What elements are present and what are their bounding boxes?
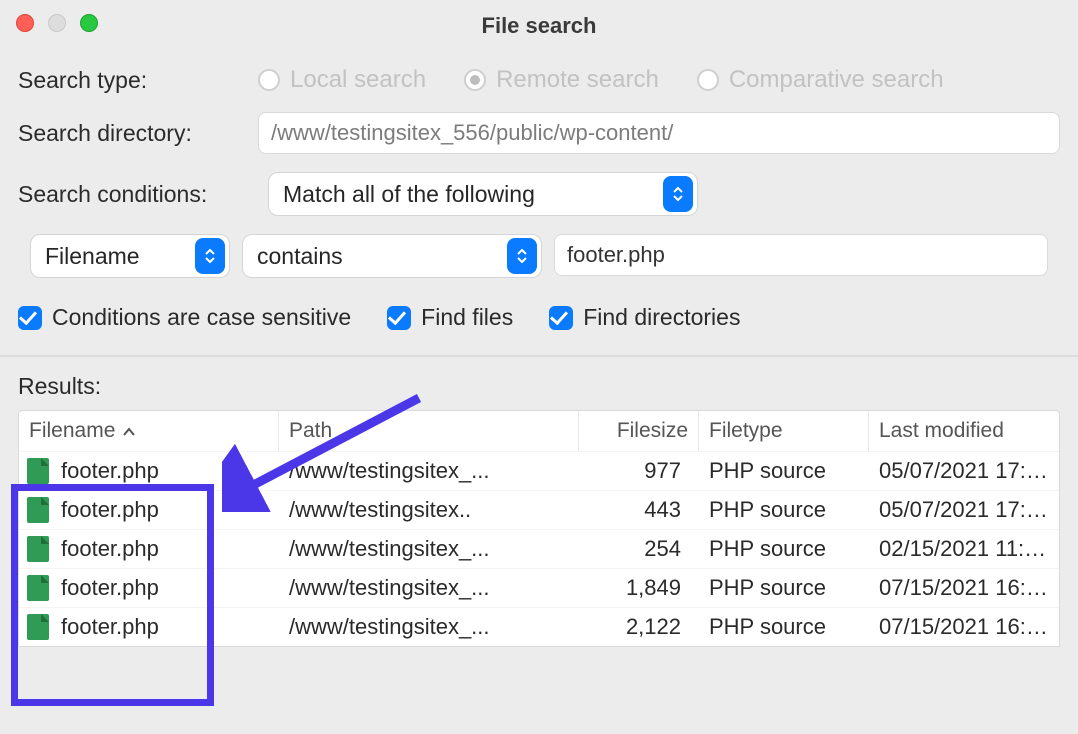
- col-filetype-label: Filetype: [709, 419, 783, 443]
- cell-path: /www/testingsitex_...: [279, 575, 579, 601]
- case-sensitive-checkbox[interactable]: [18, 306, 42, 330]
- cell-filetype: PHP source: [699, 536, 869, 562]
- minimize-icon[interactable]: [48, 14, 66, 32]
- radio-local[interactable]: Local search: [258, 66, 426, 94]
- zoom-icon[interactable]: [80, 14, 98, 32]
- radio-comparative-input[interactable]: [697, 69, 719, 91]
- col-filename-label: Filename: [29, 419, 115, 443]
- titlebar: File search: [0, 0, 1078, 52]
- sort-asc-icon: [122, 419, 136, 443]
- window-controls: [16, 14, 98, 32]
- col-filesize[interactable]: Filesize: [579, 411, 699, 451]
- php-file-icon: [27, 536, 49, 562]
- table-row[interactable]: footer.php/www/testingsitex..443PHP sour…: [19, 490, 1059, 529]
- field-select[interactable]: Filename: [30, 234, 230, 278]
- search-type-label: Search type:: [18, 67, 238, 94]
- cell-filetype: PHP source: [699, 497, 869, 523]
- table-row[interactable]: footer.php/www/testingsitex_...2,122PHP …: [19, 607, 1059, 646]
- match-mode-value: Match all of the following: [283, 181, 535, 208]
- cell-filename: footer.php: [19, 497, 279, 523]
- col-filetype[interactable]: Filetype: [699, 411, 869, 451]
- chevron-updown-icon: [195, 238, 225, 274]
- cell-filesize: 2,122: [579, 614, 699, 640]
- radio-remote-label: Remote search: [496, 66, 659, 94]
- cell-path: /www/testingsitex_...: [279, 614, 579, 640]
- table-row[interactable]: footer.php/www/testingsitex_...1,849PHP …: [19, 568, 1059, 607]
- cell-filename: footer.php: [19, 458, 279, 484]
- search-form: Search type: Local search Remote search …: [0, 52, 1078, 278]
- query-input[interactable]: [554, 234, 1048, 276]
- cell-modified: 05/07/2021 17:3...: [869, 458, 1059, 484]
- cell-filename: footer.php: [19, 614, 279, 640]
- find-files-label: Find files: [421, 304, 513, 331]
- case-sensitive-check[interactable]: Conditions are case sensitive: [18, 304, 351, 331]
- table-header: Filename Path Filesize Filetype Last mod…: [19, 411, 1059, 451]
- find-dirs-check[interactable]: Find directories: [549, 304, 740, 331]
- chevron-updown-icon: [663, 176, 693, 212]
- search-cond-label: Search conditions:: [18, 181, 248, 208]
- cell-modified: 07/15/2021 16:4...: [869, 575, 1059, 601]
- operator-select-value: contains: [257, 243, 343, 270]
- col-filename[interactable]: Filename: [19, 411, 279, 451]
- cell-filename: footer.php: [19, 575, 279, 601]
- cell-path: /www/testingsitex_...: [279, 536, 579, 562]
- cell-modified: 05/07/2021 17:1...: [869, 497, 1059, 523]
- find-dirs-label: Find directories: [583, 304, 740, 331]
- options-row: Conditions are case sensitive Find files…: [0, 278, 1078, 349]
- cell-filetype: PHP source: [699, 458, 869, 484]
- cell-filesize: 1,849: [579, 575, 699, 601]
- cell-modified: 07/15/2021 16:4...: [869, 614, 1059, 640]
- search-dir-input[interactable]: [258, 112, 1060, 154]
- cell-filesize: 254: [579, 536, 699, 562]
- divider: [0, 355, 1078, 357]
- col-path-label: Path: [289, 419, 332, 443]
- chevron-updown-icon: [507, 238, 537, 274]
- search-type-radios: Local search Remote search Comparative s…: [258, 66, 944, 94]
- cell-modified: 02/15/2021 11:4...: [869, 536, 1059, 562]
- php-file-icon: [27, 614, 49, 640]
- col-filesize-label: Filesize: [617, 419, 688, 443]
- radio-comparative[interactable]: Comparative search: [697, 66, 944, 94]
- window-title: File search: [482, 13, 597, 39]
- radio-remote-input[interactable]: [464, 69, 486, 91]
- find-dirs-checkbox[interactable]: [549, 306, 573, 330]
- table-row[interactable]: footer.php/www/testingsitex_...977PHP so…: [19, 451, 1059, 490]
- cell-path: /www/testingsitex..: [279, 497, 579, 523]
- field-select-value: Filename: [45, 243, 140, 270]
- cell-filename: footer.php: [19, 536, 279, 562]
- php-file-icon: [27, 458, 49, 484]
- results-table: Filename Path Filesize Filetype Last mod…: [18, 410, 1060, 647]
- col-modified[interactable]: Last modified: [869, 411, 1059, 451]
- table-row[interactable]: footer.php/www/testingsitex_...254PHP so…: [19, 529, 1059, 568]
- cell-filetype: PHP source: [699, 575, 869, 601]
- radio-local-input[interactable]: [258, 69, 280, 91]
- condition-row: Filename contains: [18, 234, 1060, 278]
- find-files-check[interactable]: Find files: [387, 304, 513, 331]
- results-label: Results:: [0, 373, 1078, 410]
- cell-filetype: PHP source: [699, 614, 869, 640]
- radio-comparative-label: Comparative search: [729, 66, 944, 94]
- match-mode-select[interactable]: Match all of the following: [268, 172, 698, 216]
- col-modified-label: Last modified: [879, 419, 1004, 443]
- col-path[interactable]: Path: [279, 411, 579, 451]
- case-sensitive-label: Conditions are case sensitive: [52, 304, 351, 331]
- search-dir-label: Search directory:: [18, 120, 238, 147]
- radio-local-label: Local search: [290, 66, 426, 94]
- close-icon[interactable]: [16, 14, 34, 32]
- operator-select[interactable]: contains: [242, 234, 542, 278]
- php-file-icon: [27, 575, 49, 601]
- php-file-icon: [27, 497, 49, 523]
- cell-filesize: 443: [579, 497, 699, 523]
- find-files-checkbox[interactable]: [387, 306, 411, 330]
- radio-remote[interactable]: Remote search: [464, 66, 659, 94]
- table-body: footer.php/www/testingsitex_...977PHP so…: [19, 451, 1059, 646]
- cell-path: /www/testingsitex_...: [279, 458, 579, 484]
- cell-filesize: 977: [579, 458, 699, 484]
